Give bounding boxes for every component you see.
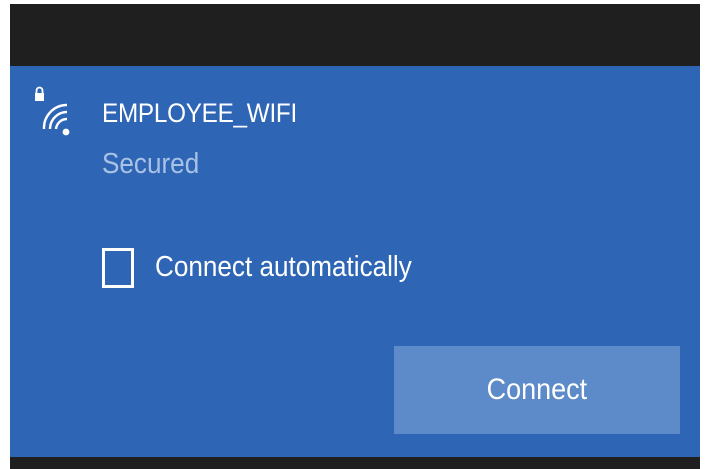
connect-button[interactable]: Connect — [394, 346, 680, 434]
wifi-flyout-frame: EMPLOYEE_WIFI Secured Connect automatica… — [10, 4, 700, 469]
bottom-bar — [10, 457, 700, 469]
connect-automatically-option[interactable]: Connect automatically — [102, 240, 442, 296]
connect-automatically-label: Connect automatically — [155, 251, 412, 283]
wifi-secured-icon — [35, 86, 70, 136]
network-item-panel: EMPLOYEE_WIFI Secured Connect automatica… — [10, 66, 700, 457]
connect-automatically-checkbox[interactable] — [102, 248, 134, 288]
network-security-status: Secured — [102, 148, 200, 180]
connect-button-label: Connect — [486, 373, 588, 406]
network-name: EMPLOYEE_WIFI — [102, 98, 297, 128]
top-bar — [10, 4, 700, 66]
